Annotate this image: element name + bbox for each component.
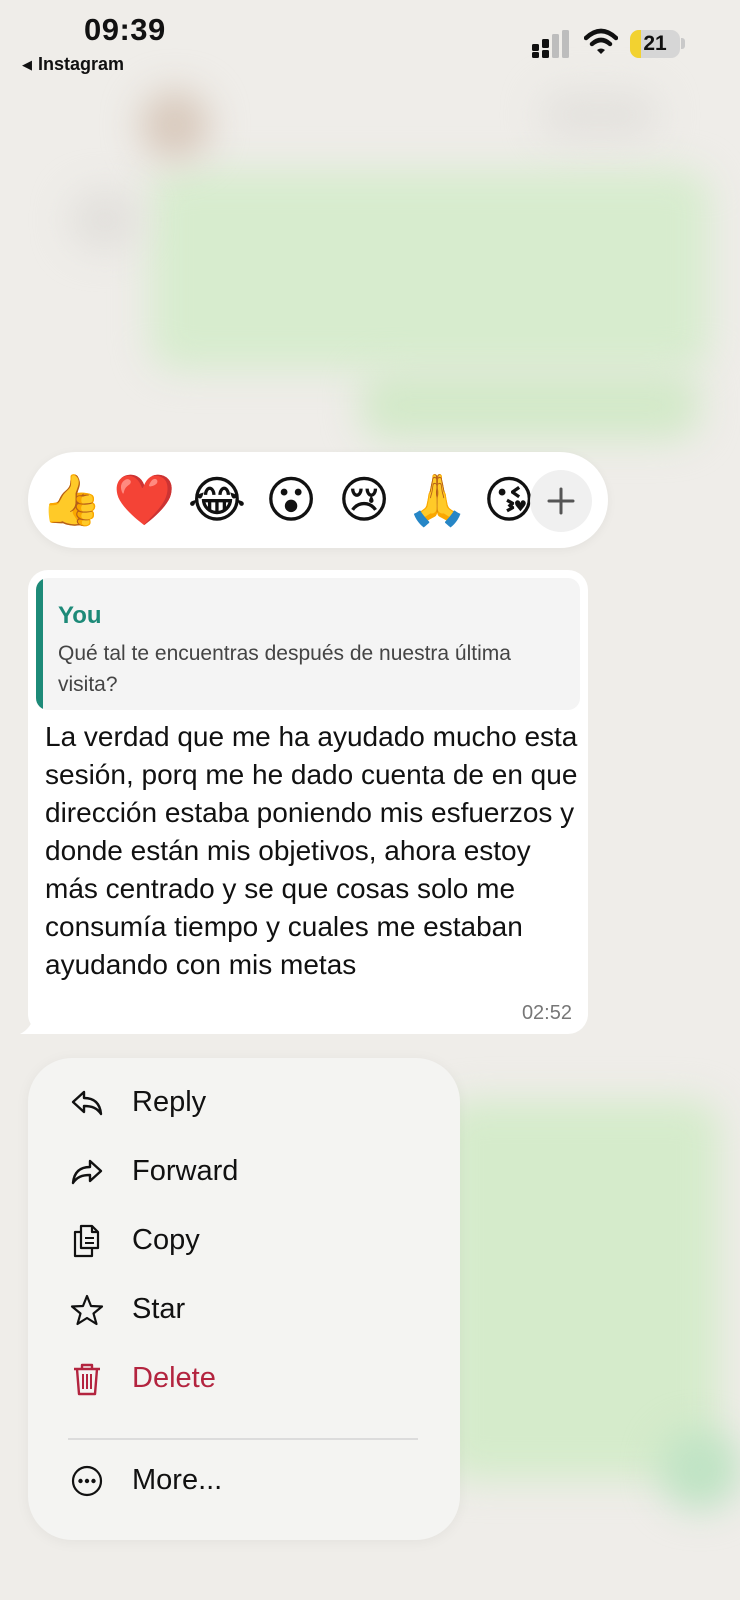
menu-label-more: More... bbox=[132, 1464, 223, 1496]
back-app-label: Instagram bbox=[38, 54, 125, 74]
blurred-bubble bbox=[150, 170, 710, 370]
cellular-signal-icon bbox=[532, 30, 569, 58]
menu-item-more[interactable]: More... bbox=[28, 1450, 460, 1512]
blurred-shape bbox=[540, 90, 660, 140]
menu-label-copy: Copy bbox=[132, 1224, 200, 1256]
copy-icon bbox=[73, 1224, 100, 1258]
more-reactions-button[interactable] bbox=[530, 470, 592, 532]
menu-label-star: Star bbox=[132, 1293, 186, 1325]
battery-icon: 21 bbox=[630, 30, 680, 58]
status-bar: 09:39 ◀ Instagram 21 bbox=[0, 0, 740, 86]
quote-author: You bbox=[58, 602, 102, 629]
menu-item-copy[interactable]: Copy bbox=[28, 1210, 460, 1272]
back-to-app-link[interactable]: ◀ Instagram bbox=[22, 54, 124, 75]
reaction-surprised[interactable]: 😮 bbox=[260, 469, 322, 531]
back-triangle-icon: ◀ bbox=[22, 56, 32, 72]
reaction-picker: 👍 ❤️ 😂 😮 😢 🙏 😘 bbox=[28, 452, 608, 548]
blurred-button bbox=[660, 1430, 740, 1510]
message-context-menu: Reply Forward Copy Star Delete More... bbox=[28, 1058, 460, 1540]
trash-icon bbox=[74, 1363, 100, 1396]
reaction-thumbs-up[interactable]: 👍 bbox=[40, 469, 102, 531]
blurred-avatar bbox=[140, 90, 210, 160]
blurred-shape bbox=[70, 190, 140, 250]
blurred-bubble bbox=[360, 370, 700, 440]
quote-text: Qué tal te encuentras después de nuestra… bbox=[58, 642, 511, 696]
quoted-message[interactable]: You Qué tal te encuentras después de nue… bbox=[36, 578, 580, 710]
battery-tip bbox=[681, 38, 685, 49]
message-bubble[interactable]: You Qué tal te encuentras después de nue… bbox=[28, 570, 588, 1034]
menu-label-forward: Forward bbox=[132, 1155, 239, 1187]
menu-item-star[interactable]: Star bbox=[28, 1279, 460, 1341]
menu-label-reply: Reply bbox=[132, 1086, 207, 1118]
more-options-icon bbox=[71, 1465, 103, 1497]
battery-percent: 21 bbox=[643, 32, 667, 55]
clock: 09:39 bbox=[84, 12, 166, 47]
message-timestamp: 02:52 bbox=[521, 1002, 572, 1024]
wifi-icon bbox=[584, 28, 618, 54]
reaction-heart[interactable]: ❤️ bbox=[113, 469, 175, 531]
reply-icon bbox=[71, 1090, 103, 1116]
reaction-folded-hands[interactable]: 🙏 bbox=[406, 469, 468, 531]
menu-divider bbox=[68, 1438, 418, 1440]
plus-icon bbox=[547, 487, 575, 515]
star-icon bbox=[70, 1294, 104, 1326]
blurred-bubble bbox=[440, 1100, 720, 1480]
reaction-crying[interactable]: 😢 bbox=[333, 469, 395, 531]
forward-icon bbox=[71, 1159, 103, 1185]
message-text: La verdad que me ha ayudado mucho esta s… bbox=[45, 721, 578, 980]
menu-label-delete: Delete bbox=[132, 1362, 216, 1394]
menu-item-delete[interactable]: Delete bbox=[28, 1348, 460, 1410]
quote-accent-bar bbox=[36, 578, 43, 710]
menu-item-reply[interactable]: Reply bbox=[28, 1072, 460, 1134]
reaction-laugh[interactable]: 😂 bbox=[186, 469, 248, 531]
menu-item-forward[interactable]: Forward bbox=[28, 1141, 460, 1203]
